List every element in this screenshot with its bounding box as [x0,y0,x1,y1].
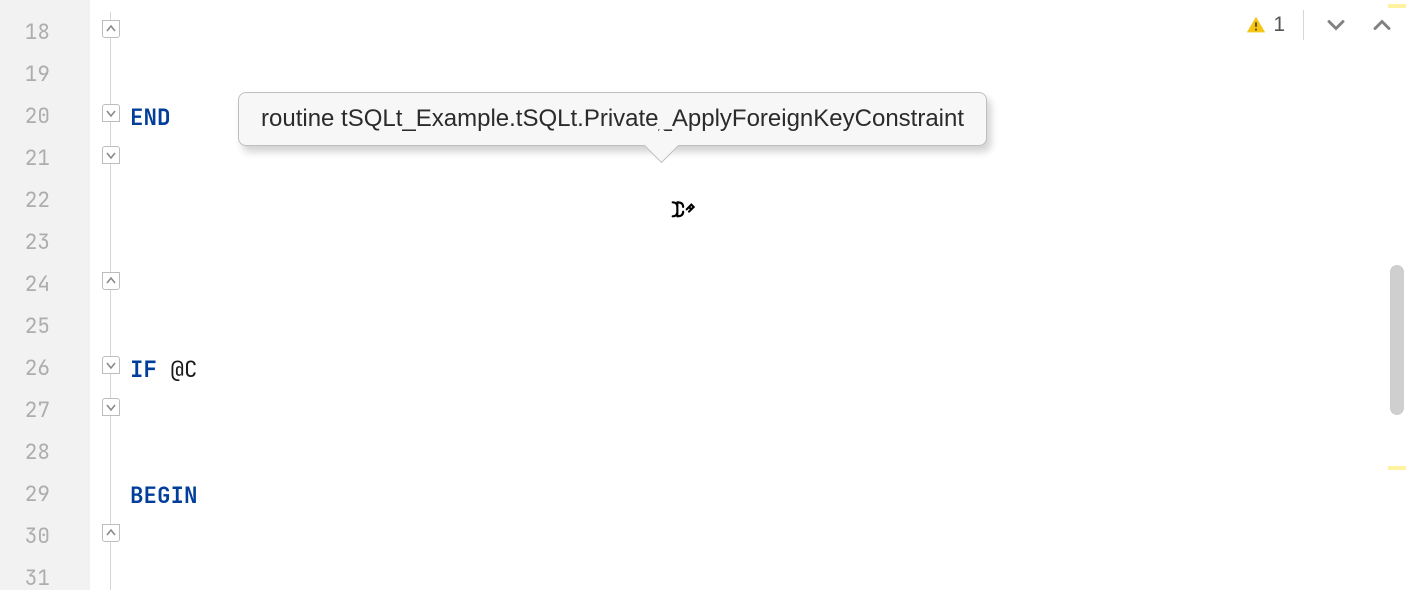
warning-icon [1245,14,1267,36]
line-number: 26 [0,348,90,390]
line-number: 27 [0,390,90,432]
line-number: 23 [0,222,90,264]
line-number: 31 [0,558,90,590]
tooltip-text: routine tSQLt_Example.tSQLt.Private_Appl… [261,105,964,132]
code-area[interactable]: END IF @C BEGIN EXEC tSQLt.Private_Apply… [90,0,1408,590]
scroll-marker[interactable] [1388,4,1406,8]
code-editor[interactable]: 1819202122232425262728293031 END IF @C B… [0,0,1408,590]
keyword-begin: BEGIN [130,480,198,510]
editor-status-bar: 1 [1245,10,1396,40]
gutter: 1819202122232425262728293031 [0,0,90,590]
line-number: 25 [0,306,90,348]
line-number: 19 [0,54,90,96]
line-number: 29 [0,474,90,516]
prev-highlight-button[interactable] [1368,11,1396,39]
scroll-marker[interactable] [1388,466,1406,470]
line-number: 21 [0,138,90,180]
warnings-badge[interactable]: 1 [1245,13,1285,37]
identifier: @C [157,354,198,384]
keyword-end: END [130,102,171,132]
hover-tooltip: routine tSQLt_Example.tSQLt.Private_Appl… [238,92,987,146]
line-number: 22 [0,180,90,222]
separator [1303,10,1304,40]
link-cursor-icon [668,200,696,228]
keyword-if: IF [130,354,157,384]
vertical-scrollbar[interactable] [1390,265,1404,415]
line-number: 30 [0,516,90,558]
line-number: 24 [0,264,90,306]
line-number: 20 [0,96,90,138]
next-highlight-button[interactable] [1322,11,1350,39]
warning-count: 1 [1273,13,1285,37]
line-number: 28 [0,432,90,474]
line-number: 18 [0,12,90,54]
